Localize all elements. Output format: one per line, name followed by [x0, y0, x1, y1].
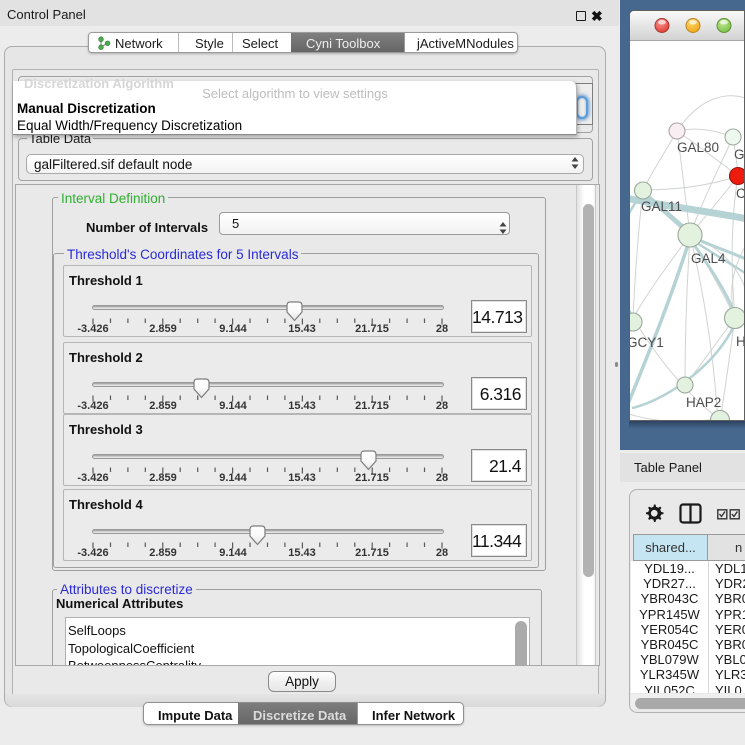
- svg-text:C: C: [736, 186, 745, 201]
- svg-text:GAL80: GAL80: [677, 140, 719, 155]
- svg-text:GAL4: GAL4: [691, 251, 726, 266]
- svg-text:GCY1: GCY1: [630, 335, 664, 350]
- svg-text:H: H: [736, 334, 745, 349]
- svg-text:HAP2: HAP2: [686, 395, 721, 410]
- svg-text:GAL11: GAL11: [641, 199, 682, 214]
- svg-text:GA: GA: [734, 147, 745, 162]
